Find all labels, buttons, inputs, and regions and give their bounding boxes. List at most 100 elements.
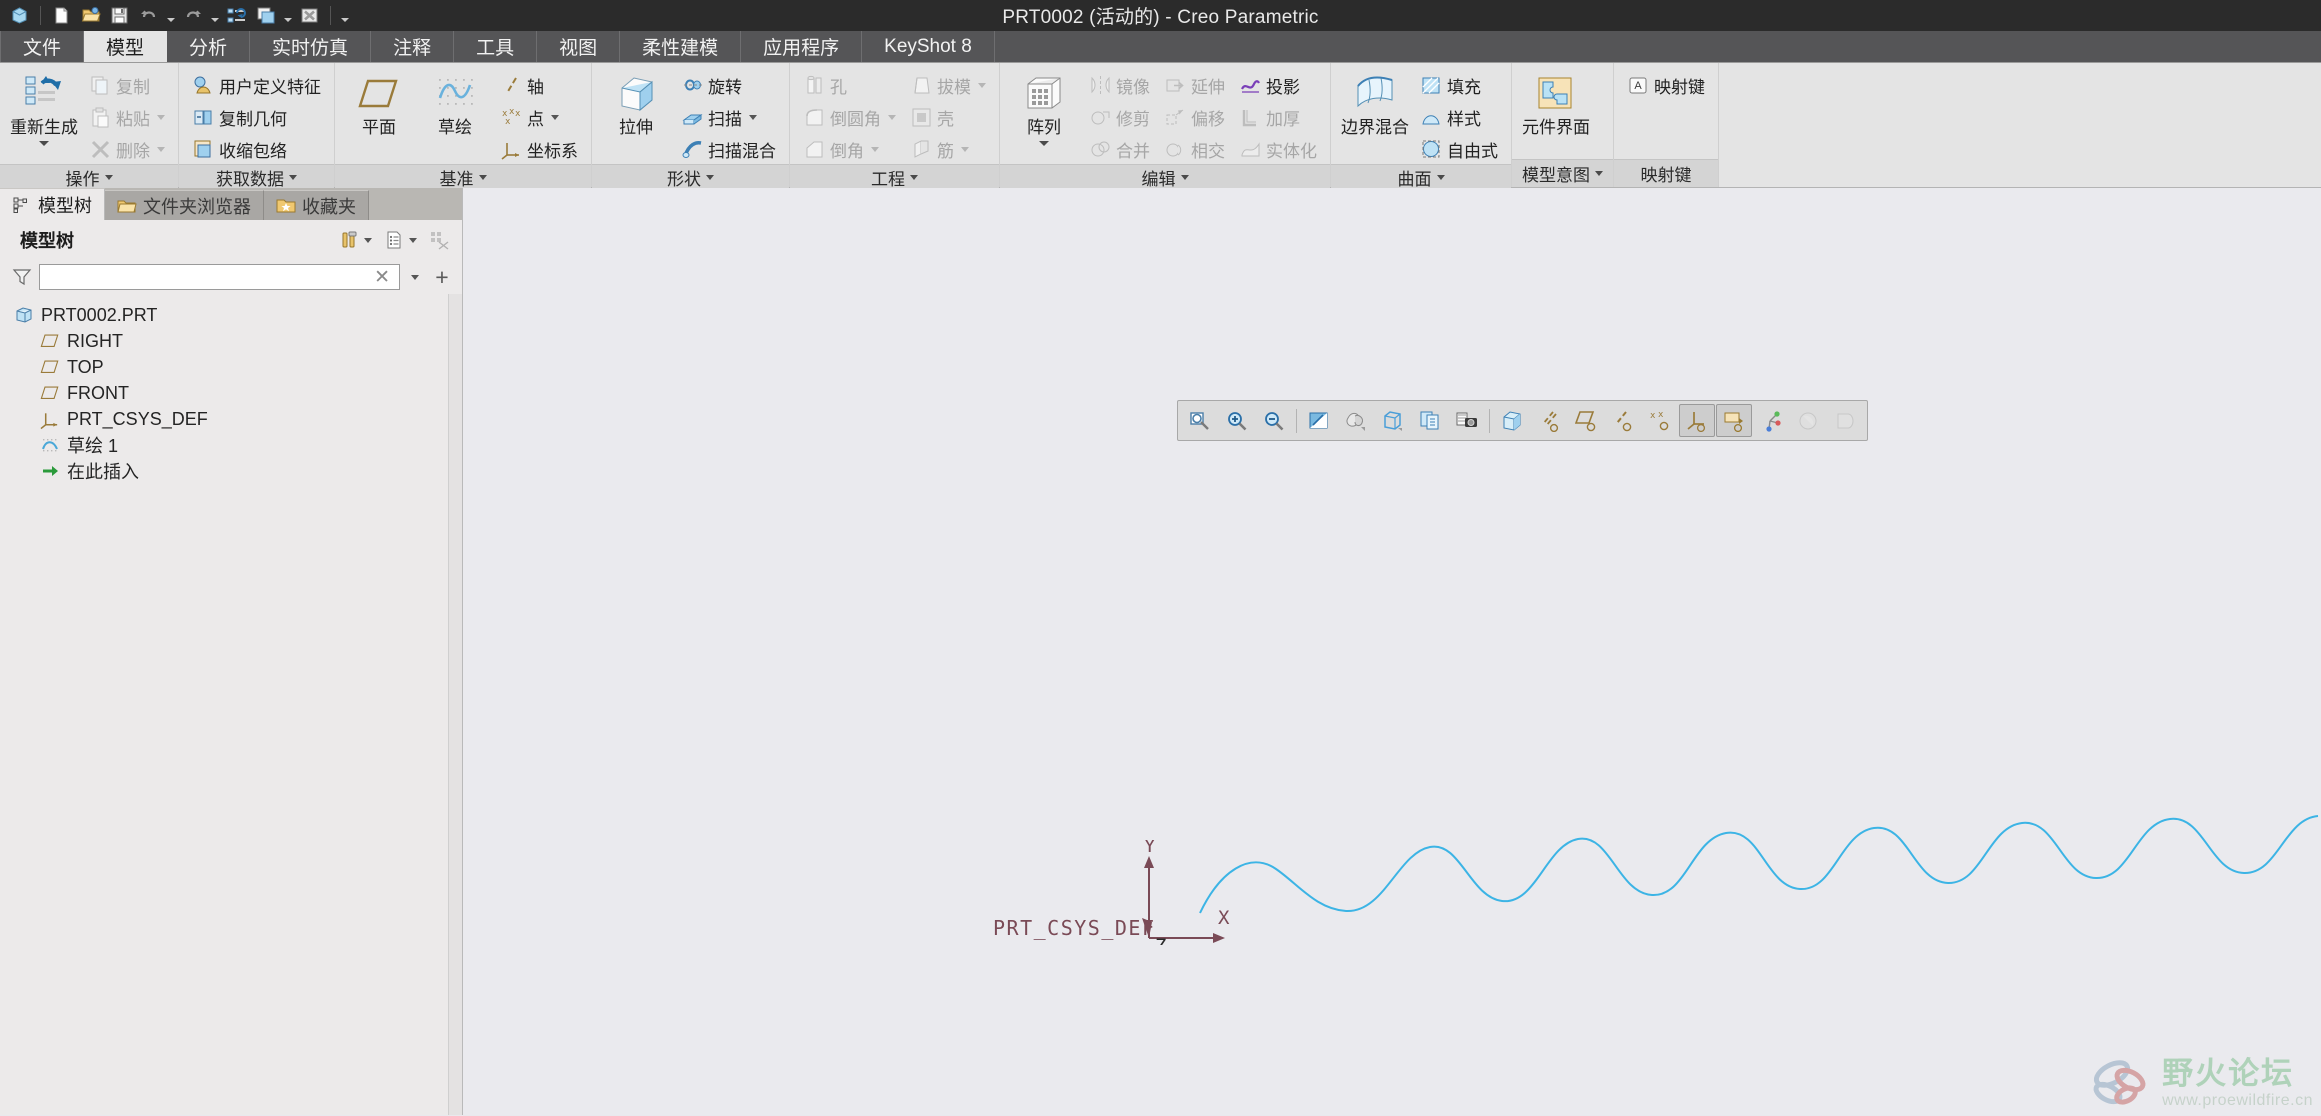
- ribbon-group-label-获取数据[interactable]: 获取数据: [179, 164, 334, 190]
- tree-display-icon[interactable]: [381, 228, 420, 252]
- ribbon-group-label-形状[interactable]: 形状: [592, 164, 789, 190]
- chevron-down-icon[interactable]: [749, 114, 757, 120]
- plus-icon[interactable]: +: [430, 265, 454, 289]
- tree-item-在此插入[interactable]: 在此插入: [0, 458, 448, 484]
- app-logo-icon[interactable]: [6, 3, 33, 28]
- ribbon-button-阵列[interactable]: 阵列: [1008, 69, 1080, 149]
- chevron-down-icon[interactable]: [478, 175, 487, 180]
- undo-icon[interactable]: [135, 3, 162, 28]
- graphics-window[interactable]: xx Y X Z PRT_CSYS_DEF 野火论: [463, 188, 2321, 1115]
- chevron-down-icon[interactable]: [1436, 175, 1445, 180]
- graphics-toolbar[interactable]: xx: [1177, 400, 1868, 441]
- chevron-down-icon[interactable]: [706, 175, 714, 180]
- tree-item-草绘 1[interactable]: 草绘 1: [0, 432, 448, 458]
- filter-text-field[interactable]: [44, 267, 370, 287]
- new-file-icon[interactable]: [48, 3, 75, 28]
- capture-image-icon[interactable]: [1449, 404, 1485, 437]
- datum-display-plane-icon[interactable]: [1568, 404, 1604, 437]
- ribbon-group-label-模型意图[interactable]: 模型意图: [1512, 159, 1613, 187]
- navigator-tab-文件夹浏览器[interactable]: 文件夹浏览器: [105, 190, 264, 220]
- undo-dropdown-icon[interactable]: [164, 3, 177, 28]
- ribbon-button-拉伸[interactable]: 拉伸: [600, 69, 672, 140]
- refit-icon[interactable]: [1182, 404, 1218, 437]
- save-icon[interactable]: [106, 3, 133, 28]
- view-manager-icon[interactable]: [1412, 404, 1448, 437]
- tree-item-FRONT[interactable]: FRONT: [0, 380, 448, 406]
- close-window-icon[interactable]: [296, 3, 323, 28]
- ribbon-button-重新生成[interactable]: 重新生成: [8, 69, 80, 149]
- ribbon-button-收缩包络[interactable]: 收缩包络: [187, 134, 326, 164]
- ribbon-group-label-操作[interactable]: 操作: [0, 164, 178, 190]
- ribbon-button-样式[interactable]: 样式: [1415, 102, 1503, 132]
- ribbon-button-用户定义特征[interactable]: 用户定义特征: [187, 70, 326, 100]
- regenerate-icon[interactable]: [223, 3, 250, 28]
- tree-item-PRT_CSYS_DEF[interactable]: PRT_CSYS_DEF: [0, 406, 448, 432]
- ribbon-group-label-曲面[interactable]: 曲面: [1331, 164, 1511, 190]
- ribbon-button-轴[interactable]: 轴: [495, 70, 583, 100]
- datum-display-axis-icon[interactable]: [1531, 404, 1567, 437]
- chevron-down-icon[interactable]: [551, 114, 559, 120]
- datum-display-axis2-icon[interactable]: [1605, 404, 1641, 437]
- ribbon-button-平面[interactable]: 平面: [343, 69, 415, 140]
- tree-item-PRT0002.PRT[interactable]: PRT0002.PRT: [0, 302, 448, 328]
- ribbon-button-坐标系[interactable]: 坐标系: [495, 134, 583, 164]
- chevron-down-icon[interactable]: [1039, 140, 1049, 146]
- chevron-down-icon[interactable]: [289, 175, 297, 180]
- ribbon-button-元件界面[interactable]: 元件界面: [1520, 69, 1592, 140]
- ribbon-tab-strip[interactable]: 文件 模型 分析 实时仿真 注释 工具 视图 柔性建模 应用程序 KeyShot 8: [0, 31, 2321, 63]
- navigator-tabs[interactable]: 模型树 文件夹浏览器 收藏夹: [0, 188, 462, 220]
- ribbon-button-复制几何[interactable]: 复制几何: [187, 102, 326, 132]
- chevron-down-icon[interactable]: [405, 274, 425, 280]
- ribbon-tab-3[interactable]: 分析: [167, 31, 251, 62]
- model-tree-filter-input[interactable]: ✕: [39, 264, 400, 290]
- perspective-icon[interactable]: [1494, 404, 1530, 437]
- chevron-down-icon[interactable]: [104, 175, 113, 180]
- display-style-icon[interactable]: [1338, 404, 1374, 437]
- ribbon-tab-7[interactable]: 视图: [537, 31, 621, 62]
- model-tree[interactable]: PRT0002.PRT RIGHT TOP FRONT PRT_CSYS_DEF 草绘 1…: [0, 294, 448, 1115]
- customize-qat-icon[interactable]: [338, 3, 351, 28]
- tree-filter-off-icon[interactable]: [426, 228, 452, 252]
- datum-display-csys-icon[interactable]: [1679, 404, 1715, 437]
- ribbon-button-扫描混合[interactable]: 扫描混合: [676, 134, 781, 164]
- model-tree-scrollbar[interactable]: [448, 294, 462, 1115]
- ribbon-button-点[interactable]: xxxx点: [495, 102, 583, 132]
- ribbon-button-自由式[interactable]: 自由式: [1415, 134, 1503, 164]
- ribbon-button-扫描[interactable]: 扫描: [676, 102, 781, 132]
- ribbon-tab-2[interactable]: 模型: [84, 31, 168, 62]
- zoom-out-icon[interactable]: [1256, 404, 1292, 437]
- ribbon-tab-5[interactable]: 注释: [371, 31, 455, 62]
- spin-center-icon[interactable]: [1753, 404, 1789, 437]
- window-dropdown-icon[interactable]: [281, 3, 294, 28]
- redo-dropdown-icon[interactable]: [208, 3, 221, 28]
- ribbon-tab-4[interactable]: 实时仿真: [250, 31, 372, 62]
- sine-wave-sketch[interactable]: [1198, 813, 2321, 918]
- zoom-in-icon[interactable]: [1219, 404, 1255, 437]
- ribbon-button-投影[interactable]: 投影: [1234, 70, 1322, 100]
- open-file-icon[interactable]: [77, 3, 104, 28]
- tree-item-TOP[interactable]: TOP: [0, 354, 448, 380]
- ribbon-group-label-工程[interactable]: 工程: [790, 164, 999, 190]
- clear-icon[interactable]: ✕: [369, 266, 395, 289]
- ribbon-group-label-编辑[interactable]: 编辑: [1000, 164, 1330, 190]
- ribbon-tab-10[interactable]: KeyShot 8: [862, 31, 995, 62]
- quick-access-toolbar[interactable]: [0, 3, 351, 28]
- datum-display-point-icon[interactable]: xx: [1642, 404, 1678, 437]
- ribbon-button-边界混合[interactable]: 边界混合: [1339, 69, 1411, 140]
- ribbon-tab-8[interactable]: 柔性建模: [620, 31, 742, 62]
- tree-settings-icon[interactable]: [336, 228, 375, 252]
- saved-orientations-icon[interactable]: [1375, 404, 1411, 437]
- annotation-display-icon[interactable]: [1716, 404, 1752, 437]
- navigator-tab-收藏夹[interactable]: 收藏夹: [264, 190, 369, 220]
- ribbon-tab-9[interactable]: 应用程序: [741, 31, 863, 62]
- chevron-down-icon[interactable]: [39, 140, 49, 146]
- repaint-icon[interactable]: [1301, 404, 1337, 437]
- tree-item-RIGHT[interactable]: RIGHT: [0, 328, 448, 354]
- window-switch-icon[interactable]: [252, 3, 279, 28]
- chevron-down-icon[interactable]: [1180, 175, 1189, 180]
- ribbon-button-填充[interactable]: 填充: [1415, 70, 1503, 100]
- chevron-down-icon[interactable]: [910, 175, 918, 180]
- navigator-tab-模型树[interactable]: 模型树: [0, 188, 105, 220]
- redo-icon[interactable]: [179, 3, 206, 28]
- ribbon-tab-1[interactable]: 文件: [0, 31, 85, 62]
